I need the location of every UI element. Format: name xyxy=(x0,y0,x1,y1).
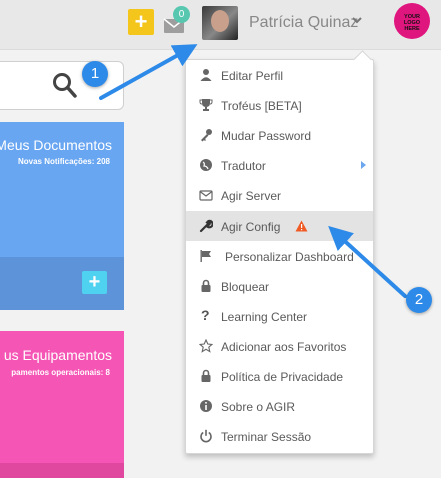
arrow-to-avatar xyxy=(99,44,198,100)
annotation-arrows xyxy=(99,44,407,298)
arrow-to-agir-config xyxy=(328,225,407,298)
callout-badge-1: 1 xyxy=(82,61,108,87)
callout-badge-2: 2 xyxy=(406,287,432,313)
